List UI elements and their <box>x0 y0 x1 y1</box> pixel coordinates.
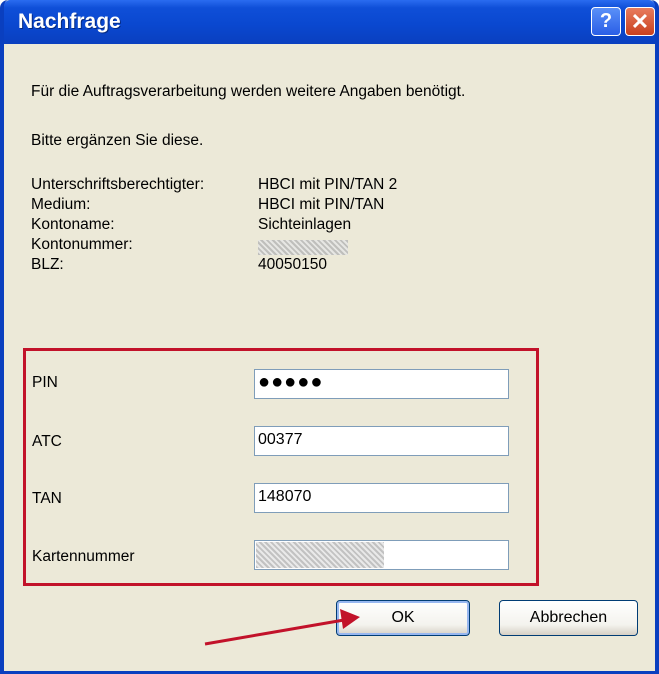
pointer-arrow-icon <box>204 609 360 646</box>
